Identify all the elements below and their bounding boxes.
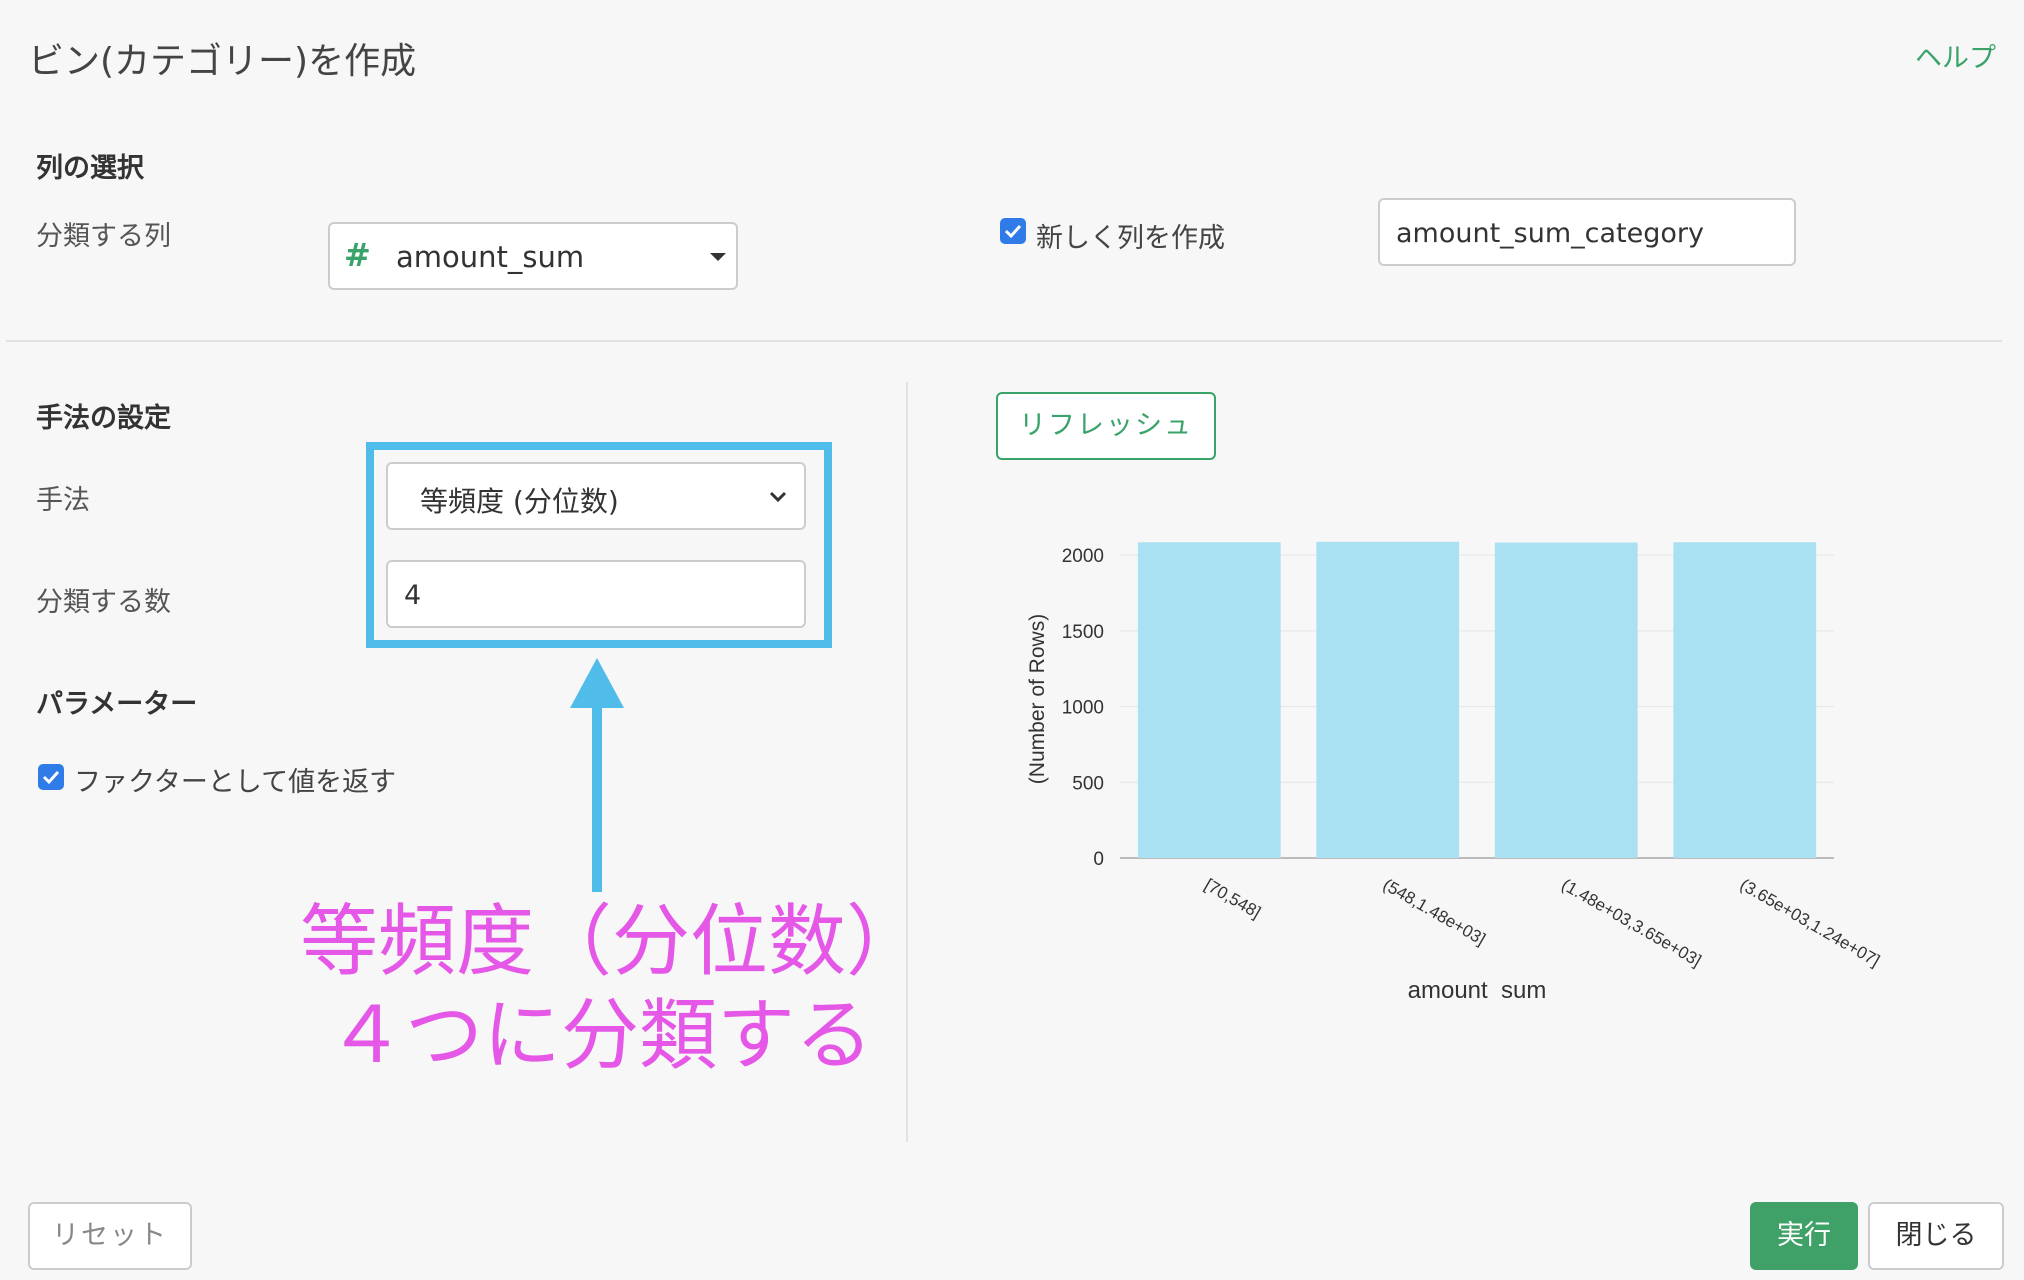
- run-button[interactable]: 実行: [1750, 1202, 1858, 1270]
- annotation-arrow-up-icon: [570, 658, 624, 892]
- numeric-type-icon: #: [344, 236, 371, 274]
- method-select[interactable]: 等頻度 (分位数): [386, 462, 806, 530]
- y-tick-label: 2000: [1062, 546, 1104, 567]
- x-axis-label: amount_sum: [1408, 977, 1547, 1000]
- annotation-line2: ４つに分類する: [326, 991, 873, 1081]
- x-tick-label: (548,1.48e+03]: [1380, 875, 1489, 949]
- dialog-title: ビン(カテゴリー)を作成: [28, 41, 417, 82]
- method-label: 手法: [36, 485, 90, 516]
- classify-column-label: 分類する列: [36, 221, 171, 252]
- reset-button[interactable]: リセット: [28, 1202, 192, 1270]
- x-tick-label: (3.65e+03,1.24e+07]: [1737, 875, 1883, 970]
- y-tick-label: 0: [1093, 849, 1104, 870]
- bin-count-value: 4: [404, 580, 422, 611]
- method-settings-heading: 手法の設定: [36, 403, 171, 434]
- factor-checkbox-label: ファクターとして値を返す: [74, 767, 397, 798]
- method-select-value: 等頻度 (分位数): [420, 485, 619, 518]
- close-button[interactable]: 閉じる: [1868, 1202, 2004, 1270]
- annotation-line1: 等頻度（分位数）: [300, 897, 925, 987]
- panel-divider: [906, 382, 908, 1142]
- bin-count-input[interactable]: 4: [386, 560, 806, 628]
- parameters-heading: パラメーター: [36, 689, 198, 720]
- factor-checkbox[interactable]: [38, 764, 64, 790]
- bar: [1316, 541, 1460, 858]
- annotation-text: 等頻度（分位数） ４つに分類する: [300, 895, 925, 1083]
- y-axis-label: (Number of Rows): [1026, 614, 1049, 784]
- y-tick-label: 1000: [1062, 698, 1104, 719]
- new-column-name-value: amount_sum_category: [1396, 218, 1704, 249]
- column-selection-heading: 列の選択: [36, 153, 144, 184]
- new-column-checkbox[interactable]: [1000, 218, 1026, 244]
- bar: [1137, 542, 1281, 858]
- bar: [1673, 542, 1817, 858]
- x-tick-label: [70,548]: [1201, 875, 1264, 922]
- selected-column-value: amount_sum: [396, 240, 585, 274]
- y-tick-label: 1500: [1062, 622, 1104, 643]
- check-icon: [42, 770, 60, 785]
- section-divider: [6, 340, 2002, 342]
- count-label: 分類する数: [36, 587, 171, 618]
- x-tick-label: (1.48e+03,3.65e+03]: [1558, 875, 1704, 970]
- caret-down-icon: [710, 253, 726, 261]
- bar: [1494, 542, 1638, 858]
- new-column-name-input[interactable]: amount_sum_category: [1378, 198, 1796, 266]
- chevron-down-icon: [769, 491, 787, 503]
- refresh-button[interactable]: リフレッシュ: [996, 392, 1216, 460]
- column-select[interactable]: # amount_sum: [328, 222, 738, 290]
- check-icon: [1004, 224, 1022, 239]
- bin-histogram-chart: 0 500 1000 1500 2000 [70,548] (548,1.48e+03] (1…: [1026, 541, 1883, 1000]
- help-link[interactable]: ヘルプ: [1915, 36, 1996, 75]
- new-column-checkbox-label: 新しく列を作成: [1036, 223, 1225, 254]
- y-tick-label: 500: [1072, 773, 1104, 794]
